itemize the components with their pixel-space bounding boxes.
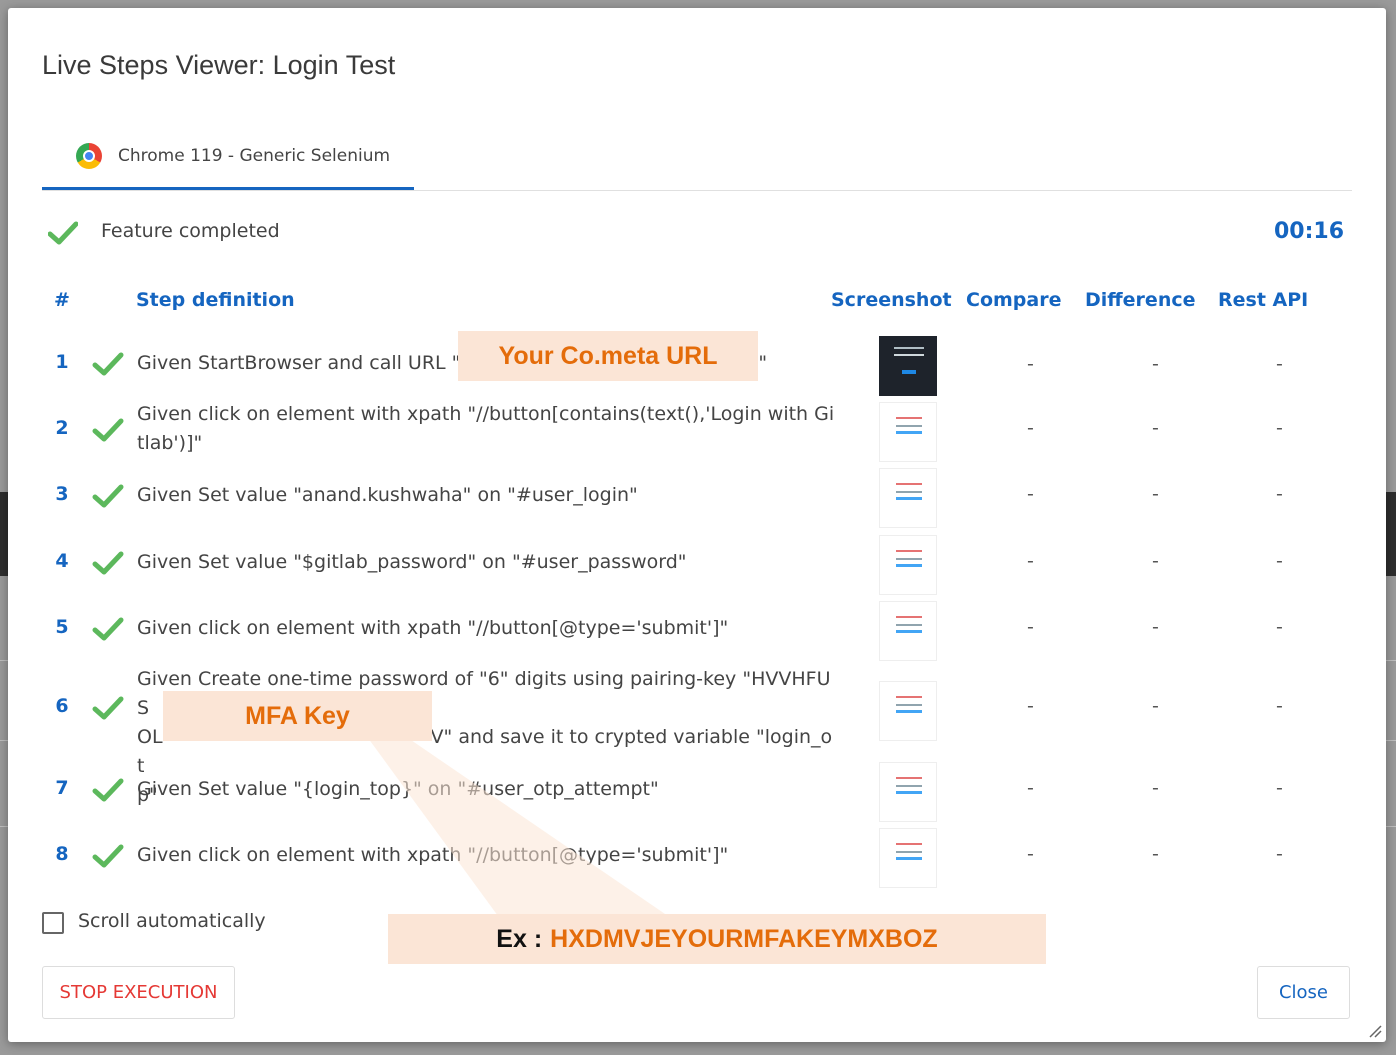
check-icon — [92, 484, 124, 508]
compare-cell: - — [1027, 353, 1034, 375]
step-number: 5 — [55, 616, 69, 638]
rest-api-cell: - — [1276, 417, 1283, 439]
elapsed-timer: 00:16 — [1273, 219, 1344, 244]
rest-api-cell: - — [1276, 695, 1283, 717]
difference-cell: - — [1152, 353, 1159, 375]
compare-cell: - — [1027, 843, 1034, 865]
tab-chrome[interactable]: Chrome 119 - Generic Selenium — [42, 136, 414, 190]
difference-cell: - — [1152, 550, 1159, 572]
screenshot-thumbnail[interactable] — [879, 828, 937, 888]
url-callout: Your Co.meta URL — [458, 331, 758, 381]
step-number: 2 — [55, 417, 69, 439]
screenshot-thumbnail[interactable] — [879, 601, 937, 661]
screenshot-thumbnail[interactable] — [879, 402, 937, 462]
step-number: 6 — [55, 695, 69, 717]
step-number: 4 — [55, 550, 69, 572]
column-header-difference: Difference — [1085, 289, 1196, 311]
compare-cell: - — [1027, 616, 1034, 638]
column-header-rest-api: Rest API — [1218, 289, 1309, 311]
screenshot-thumbnail[interactable] — [879, 336, 937, 396]
column-header-compare: Compare — [966, 289, 1062, 311]
tab-divider — [42, 190, 1352, 191]
check-icon — [48, 221, 78, 245]
dialog-title: Live Steps Viewer: Login Test — [42, 50, 396, 80]
compare-cell: - — [1027, 550, 1034, 572]
step-number: 1 — [55, 351, 69, 373]
check-icon — [92, 551, 124, 575]
step-number: 7 — [55, 777, 69, 799]
step-number: 3 — [55, 483, 69, 505]
step-text-post: " — [758, 352, 768, 374]
scroll-automatically-label: Scroll automatically — [78, 910, 266, 932]
status-text: Feature completed — [101, 220, 280, 242]
check-icon — [92, 778, 124, 802]
step-text-fragment: OL — [137, 726, 163, 748]
step-text: Given click on element with xpath "//but… — [137, 403, 835, 454]
step-text: Given Set value "$gitlab_password" on "#… — [137, 551, 687, 573]
screenshot-thumbnail[interactable] — [879, 535, 937, 595]
scroll-automatically-checkbox[interactable] — [42, 912, 64, 934]
difference-cell: - — [1152, 695, 1159, 717]
rest-api-cell: - — [1276, 550, 1283, 572]
column-header-step: Step definition — [136, 289, 295, 311]
chrome-icon — [76, 143, 102, 169]
stop-execution-button[interactable]: STOP EXECUTION — [42, 966, 235, 1019]
step-number: 8 — [55, 843, 69, 865]
screenshot-thumbnail[interactable] — [879, 762, 937, 822]
mfa-key-callout: MFA Key — [163, 691, 432, 741]
column-header-number: # — [54, 289, 70, 311]
check-icon — [92, 352, 124, 376]
close-button[interactable]: Close — [1257, 966, 1350, 1019]
mfa-example-callout: Ex : HXDMVJEYOURMFAKEYMXBOZ — [388, 914, 1046, 964]
rest-api-cell: - — [1276, 483, 1283, 505]
tab-label: Chrome 119 - Generic Selenium — [118, 146, 391, 166]
step-row: 4 Given Set value "$gitlab_password" on … — [8, 533, 1386, 595]
example-prefix: Ex : — [496, 924, 543, 953]
rest-api-cell: - — [1276, 353, 1283, 375]
step-text-pre: Given StartBrowser and call URL " — [137, 352, 461, 374]
difference-cell: - — [1152, 843, 1159, 865]
difference-cell: - — [1152, 777, 1159, 799]
check-icon — [92, 617, 124, 641]
compare-cell: - — [1027, 695, 1034, 717]
step-row: 3 Given Set value "anand.kushwaha" on "#… — [8, 466, 1386, 528]
difference-cell: - — [1152, 417, 1159, 439]
step-row: 2 Given click on element with xpath "//b… — [8, 400, 1386, 462]
difference-cell: - — [1152, 616, 1159, 638]
step-row: 5 Given click on element with xpath "//b… — [8, 599, 1386, 661]
callout-pointer — [368, 738, 668, 916]
column-header-screenshot: Screenshot — [831, 289, 952, 311]
rest-api-cell: - — [1276, 777, 1283, 799]
resize-handle-icon[interactable] — [1368, 1024, 1382, 1038]
screenshot-thumbnail[interactable] — [879, 681, 937, 741]
example-value: HXDMVJEYOURMFAKEYMXBOZ — [550, 924, 938, 953]
live-steps-dialog: Live Steps Viewer: Login Test Chrome 119… — [8, 8, 1386, 1042]
rest-api-cell: - — [1276, 616, 1283, 638]
step-text: Given Set value "anand.kushwaha" on "#us… — [137, 484, 638, 506]
step-row: 7 Given Set value "{login_top}" on "#use… — [8, 760, 1386, 822]
compare-cell: - — [1027, 417, 1034, 439]
screenshot-thumbnail[interactable] — [879, 468, 937, 528]
check-icon — [92, 418, 124, 442]
compare-cell: - — [1027, 777, 1034, 799]
rest-api-cell: - — [1276, 843, 1283, 865]
step-row: 8 Given click on element with xpath "//b… — [8, 826, 1386, 888]
difference-cell: - — [1152, 483, 1159, 505]
check-icon — [92, 696, 124, 720]
compare-cell: - — [1027, 483, 1034, 505]
step-text: Given click on element with xpath "//but… — [137, 617, 729, 639]
check-icon — [92, 844, 124, 868]
